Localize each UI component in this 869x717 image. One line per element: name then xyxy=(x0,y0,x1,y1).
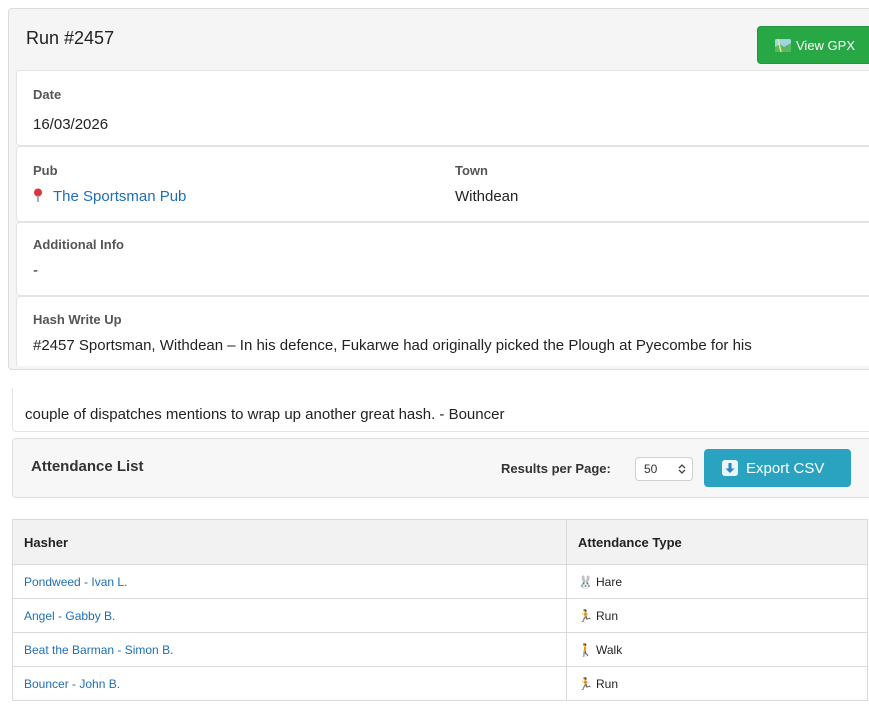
column-header-attendance-type[interactable]: Attendance Type xyxy=(566,519,868,565)
writeup-label: Hash Write Up xyxy=(33,312,122,327)
rabbit-icon: 🐰 xyxy=(578,574,593,589)
chevron-updown-icon xyxy=(678,464,686,474)
results-per-page-select[interactable]: 50 xyxy=(635,457,693,481)
town-label: Town xyxy=(455,163,488,178)
pub-link[interactable]: The Sportsman Pub xyxy=(33,188,186,206)
map-pin-icon xyxy=(34,188,42,202)
date-section xyxy=(16,70,869,146)
hasher-link[interactable]: Angel - Gabby B. xyxy=(24,609,115,623)
writeup-section xyxy=(16,296,869,366)
writeup-first-line: #2457 Sportsman, Withdean – In his defen… xyxy=(33,337,752,354)
runner-icon: 🏃 xyxy=(578,608,593,623)
map-icon xyxy=(775,38,791,52)
attendance-type-cell: 🏃 Run xyxy=(566,666,868,701)
pub-link-text: The Sportsman Pub xyxy=(53,188,187,205)
walker-icon: 🚶 xyxy=(578,642,593,657)
attendance-type: Run xyxy=(596,676,619,691)
column-header-hasher[interactable]: Hasher xyxy=(12,519,567,565)
view-gpx-label: View GPX xyxy=(796,37,856,53)
table-row: Bouncer - John B. 🏃 Run xyxy=(12,666,868,701)
writeup-last-line: couple of dispatches mentions to wrap up… xyxy=(25,406,505,423)
attendance-type-cell: 🚶 Walk xyxy=(566,632,868,667)
attendance-type: Run xyxy=(596,608,619,623)
table-row: Pondweed - Ivan L. 🐰 Hare xyxy=(12,564,868,599)
hasher-link[interactable]: Beat the Barman - Simon B. xyxy=(24,643,173,657)
table-row: Angel - Gabby B. 🏃 Run xyxy=(12,598,868,633)
attendance-table: Hasher Attendance Type Pondweed - Ivan L… xyxy=(12,519,868,701)
hasher-link[interactable]: Pondweed - Ivan L. xyxy=(24,575,127,589)
table-header-row: Hasher Attendance Type xyxy=(12,519,868,565)
additional-info-value: - xyxy=(33,262,38,279)
download-icon xyxy=(722,460,738,476)
hasher-link[interactable]: Bouncer - John B. xyxy=(24,677,120,691)
date-label: Date xyxy=(33,87,62,102)
attendance-type-cell: 🏃 Run xyxy=(566,598,868,633)
town-value: Withdean xyxy=(455,188,519,205)
attendance-type: Hare xyxy=(596,574,623,589)
view-gpx-button[interactable]: View GPX xyxy=(757,26,869,64)
date-value: 16/03/2026 xyxy=(33,116,109,133)
results-per-page-label: Results per Page: xyxy=(501,461,611,476)
pub-town-section xyxy=(16,146,869,222)
export-csv-button[interactable]: Export CSV xyxy=(704,449,851,487)
export-csv-label: Export CSV xyxy=(746,459,825,477)
additional-info-section xyxy=(16,222,869,296)
table-row: Beat the Barman - Simon B. 🚶 Walk xyxy=(12,632,868,667)
run-title: Run #2457 xyxy=(26,28,115,48)
attendance-type: Walk xyxy=(596,642,623,657)
runner-icon: 🏃 xyxy=(578,676,593,691)
results-per-page-value: 50 xyxy=(644,462,658,476)
additional-info-label: Additional Info xyxy=(33,237,124,252)
pub-label: Pub xyxy=(33,163,58,178)
attendance-type-cell: 🐰 Hare xyxy=(566,564,868,599)
attendance-title: Attendance List xyxy=(31,458,144,475)
